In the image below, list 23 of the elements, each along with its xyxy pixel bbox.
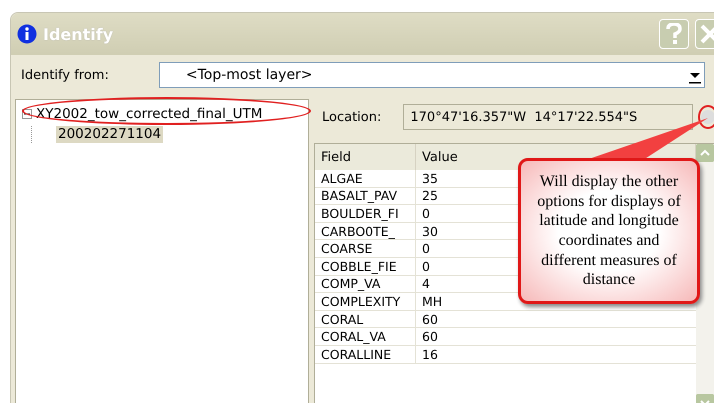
table-cell: BOULDER_FI bbox=[315, 204, 416, 222]
location-field: 170°47'16.357"W 14°17'22.554"S bbox=[403, 104, 694, 130]
table-cell: CORAL bbox=[315, 310, 416, 328]
table-cell: COMPLEXITY bbox=[315, 292, 416, 310]
layer-dropdown[interactable]: <Top-most layer> bbox=[158, 62, 705, 88]
table-cell: 16 bbox=[416, 345, 696, 364]
column-header[interactable]: Field bbox=[315, 144, 416, 170]
window-title: Identify bbox=[43, 24, 114, 44]
table-cell: COMP_VA bbox=[315, 275, 416, 293]
field-label: Identify from: bbox=[21, 68, 109, 82]
callout: Will display the other options for displays of latitude and longitude coordinates and different measures of distance bbox=[518, 158, 700, 304]
table-cell: ALGAE bbox=[315, 170, 416, 188]
table-cell: COBBLE_FIE bbox=[315, 257, 416, 276]
table-cell: CORALLINE bbox=[315, 345, 416, 364]
table-cell: 60 bbox=[416, 328, 696, 346]
table-cell: 60 bbox=[416, 310, 696, 328]
table-cell: BASALT_PAV bbox=[315, 187, 416, 205]
table-cell: CORAL_VA bbox=[315, 328, 416, 346]
table-cell: COARSE bbox=[315, 240, 416, 258]
field-label: Location: bbox=[322, 110, 382, 124]
table-cell: CARBO0TE_ bbox=[315, 222, 416, 240]
tree-item[interactable]: XY2002_tow_corrected_final_UTM bbox=[34, 106, 264, 122]
tree-item[interactable]: 200202271104 bbox=[56, 126, 164, 143]
